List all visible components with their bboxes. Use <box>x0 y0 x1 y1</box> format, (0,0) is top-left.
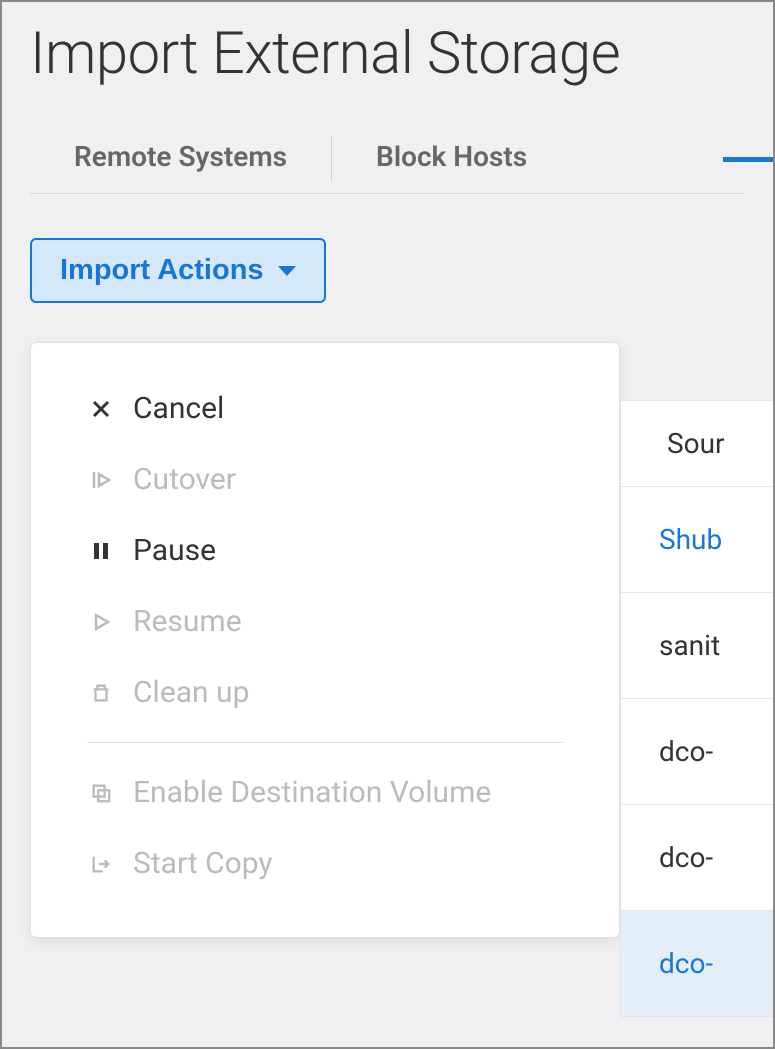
tab-block-hosts[interactable]: Block Hosts <box>332 124 571 193</box>
table-row[interactable]: dco- <box>620 805 773 911</box>
cutover-icon <box>87 466 115 494</box>
source-table: Sour Shub sanit dco- dco- dco- <box>620 400 773 1017</box>
caret-down-icon <box>278 266 296 276</box>
menu-item-label: Start Copy <box>133 846 273 881</box>
table-header-source[interactable]: Sour <box>620 400 773 487</box>
table-row[interactable]: sanit <box>620 593 773 699</box>
active-tab-indicator <box>723 157 773 162</box>
menu-item-cleanup: Clean up <box>31 657 619 728</box>
menu-item-resume: Resume <box>31 586 619 657</box>
page-title: Import External Storage <box>30 20 745 88</box>
menu-item-label: Resume <box>133 604 242 639</box>
export-icon <box>87 850 115 878</box>
close-icon <box>87 395 115 423</box>
menu-item-label: Pause <box>133 533 216 568</box>
table-row[interactable]: Shub <box>620 487 773 593</box>
menu-item-label: Cutover <box>133 462 236 497</box>
menu-item-label: Enable Destination Volume <box>133 775 491 810</box>
pause-icon <box>87 537 115 565</box>
import-actions-label: Import Actions <box>60 254 264 287</box>
tabs: Remote Systems Block Hosts <box>30 124 745 194</box>
table-row[interactable]: dco- <box>620 911 773 1017</box>
menu-item-enable-destination: Enable Destination Volume <box>31 757 619 828</box>
menu-item-pause[interactable]: Pause <box>31 515 619 586</box>
import-actions-button[interactable]: Import Actions <box>30 238 326 303</box>
import-actions-dropdown: Cancel Cutover Pause Resume Clean up <box>30 342 620 938</box>
menu-item-cancel[interactable]: Cancel <box>31 373 619 444</box>
menu-divider <box>87 742 563 743</box>
table-row[interactable]: dco- <box>620 699 773 805</box>
play-icon <box>87 608 115 636</box>
menu-item-label: Clean up <box>133 675 249 710</box>
cleanup-icon <box>87 679 115 707</box>
tab-remote-systems[interactable]: Remote Systems <box>30 124 331 193</box>
menu-item-cutover: Cutover <box>31 444 619 515</box>
menu-item-start-copy: Start Copy <box>31 828 619 899</box>
volume-icon <box>87 779 115 807</box>
menu-item-label: Cancel <box>133 391 224 426</box>
